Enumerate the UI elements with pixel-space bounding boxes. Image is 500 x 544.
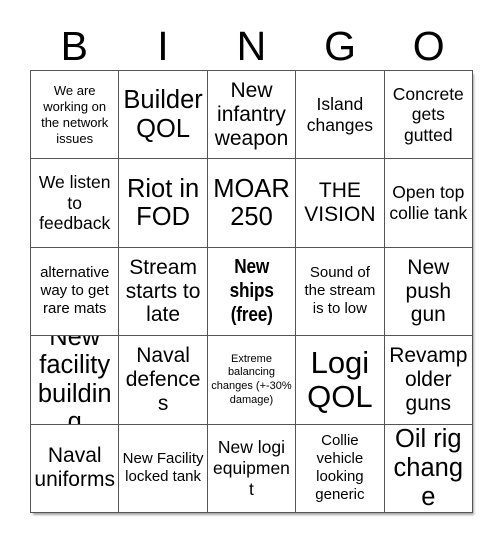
bingo-cell-r3c5[interactable]: New push gun	[384, 247, 473, 337]
bingo-cell-label: New ships (free)	[229, 256, 274, 327]
bingo-cell-r1c5[interactable]: Concrete gets gutted	[384, 71, 473, 160]
bingo-cell-r2c5[interactable]: Open top collie tank	[384, 159, 473, 248]
bingo-card: B I N G O We are working on the network …	[0, 0, 500, 544]
bingo-cell-r1c1[interactable]: We are working on the network issues	[31, 71, 120, 160]
bingo-cell-label: We listen to feedback	[38, 172, 111, 234]
bingo-cell-label: MOAR 250	[213, 174, 290, 232]
bingo-header-row: B I N G O	[30, 22, 473, 70]
bingo-cell-label: Logi QOL	[307, 344, 373, 414]
bingo-cell-r2c3[interactable]: MOAR 250	[207, 159, 297, 248]
bingo-cell-label: THE VISION	[304, 179, 376, 227]
bingo-header-letter-b: B	[60, 23, 88, 69]
bingo-cell-r3c3[interactable]: New ships (free)	[207, 247, 297, 337]
bingo-cell-label: New logi equipment	[213, 437, 290, 499]
bingo-cell-r5c2[interactable]: New Facility locked tank	[119, 424, 208, 513]
bingo-cell-label: Concrete gets gutted	[392, 83, 464, 146]
bingo-cell-r4c1[interactable]: New facility building	[31, 336, 120, 425]
bingo-cell-r5c3[interactable]: New logi equipment	[207, 424, 297, 513]
bingo-header-letter-n: N	[236, 23, 267, 69]
bingo-cell-r2c1[interactable]: We listen to feedback	[31, 159, 120, 248]
bingo-cell-r5c4[interactable]: Collie vehicle looking generic	[296, 424, 385, 513]
bingo-cell-label: Extreme balancing changes (+-30% damage)	[211, 352, 292, 406]
bingo-header-letter-i: I	[157, 23, 169, 69]
bingo-cell-r4c4[interactable]: Logi QOL	[296, 336, 385, 425]
bingo-cell-r3c4[interactable]: Sound of the stream is to low	[296, 247, 385, 337]
bingo-cell-r5c1[interactable]: Naval uniforms	[31, 424, 120, 513]
bingo-cell-r4c3[interactable]: Extreme balancing changes (+-30% damage)	[207, 336, 297, 425]
bingo-cell-label: alternative way to get rare mats	[40, 264, 110, 318]
bingo-cell-label: Oil rig change	[393, 425, 464, 511]
bingo-cell-r1c4[interactable]: Island changes	[296, 71, 385, 160]
bingo-cell-label: New infantry weapon	[214, 78, 289, 150]
bingo-cell-label: New facility building	[37, 336, 112, 425]
bingo-cell-label: Revamp older guns	[389, 343, 468, 415]
bingo-cell-label: Riot in FOD	[126, 174, 200, 232]
bingo-cell-r3c2[interactable]: Stream starts to late	[119, 247, 208, 337]
bingo-cell-label: New push gun	[405, 255, 452, 327]
bingo-cell-r2c4[interactable]: THE VISION	[296, 159, 385, 248]
bingo-header-letter-g: G	[324, 23, 357, 69]
bingo-cell-r3c1[interactable]: alternative way to get rare mats	[31, 247, 120, 337]
bingo-cell-label: Naval uniforms	[34, 444, 115, 492]
bingo-cell-label: New Facility locked tank	[122, 450, 204, 486]
bingo-cell-label: We are working on the network issues	[41, 82, 109, 146]
bingo-cell-r4c5[interactable]: Revamp older guns	[384, 336, 473, 425]
bingo-grid: We are working on the network issues Buil…	[30, 70, 473, 513]
bingo-cell-label: Open top collie tank	[389, 182, 468, 224]
bingo-cell-r1c2[interactable]: Builder QOL	[119, 71, 208, 160]
bingo-cell-label: Stream starts to late	[125, 255, 201, 327]
bingo-cell-label: Naval defences	[125, 343, 201, 415]
bingo-cell-r2c2[interactable]: Riot in FOD	[119, 159, 208, 248]
bingo-cell-r1c3[interactable]: New infantry weapon	[207, 71, 297, 160]
bingo-cell-label: Island changes	[306, 94, 373, 135]
bingo-header-letter-o: O	[412, 23, 445, 69]
bingo-cell-r5c5[interactable]: Oil rig change	[384, 424, 473, 513]
bingo-cell-r4c2[interactable]: Naval defences	[119, 336, 208, 425]
bingo-cell-label: Sound of the stream is to low	[304, 264, 376, 318]
bingo-cell-label: Collie vehicle looking generic	[315, 432, 365, 504]
bingo-cell-label: Builder QOL	[123, 86, 203, 143]
